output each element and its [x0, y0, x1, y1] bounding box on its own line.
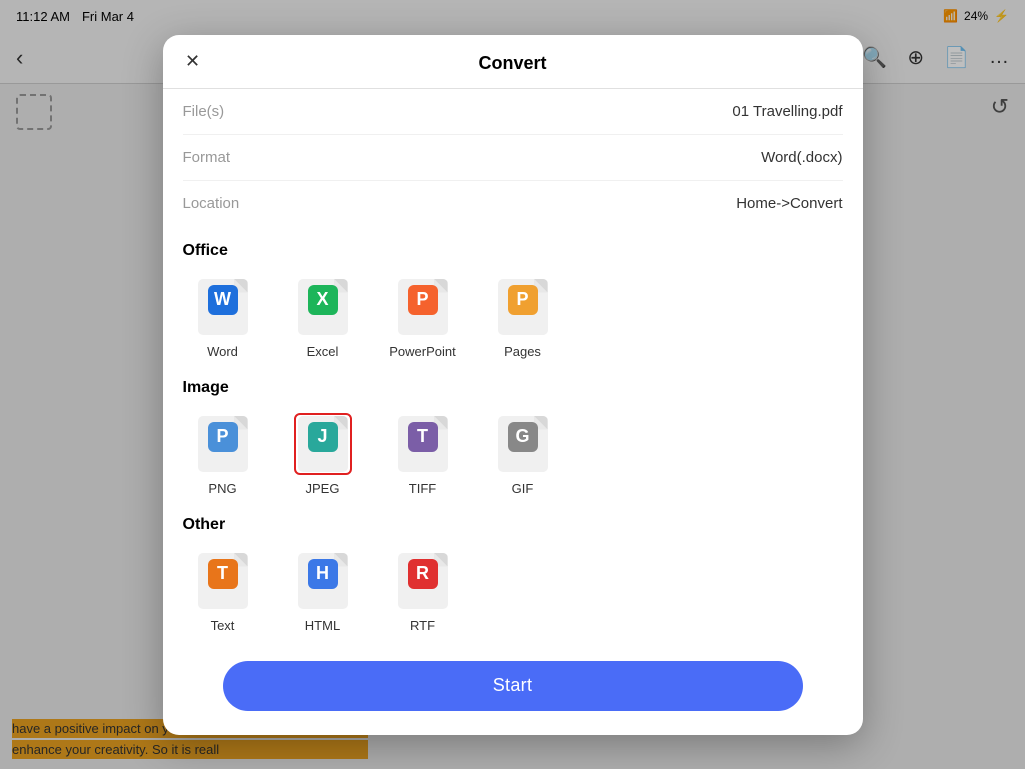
excel-file-icon: X: [298, 279, 348, 335]
format-item-powerpoint[interactable]: P PowerPoint: [383, 276, 463, 359]
format-item-png[interactable]: P PNG: [183, 413, 263, 496]
rtf-label: RTF: [410, 618, 435, 633]
image-section-title: Image: [183, 379, 843, 397]
format-value: Word(.docx): [761, 149, 842, 166]
powerpoint-badge: P: [408, 285, 438, 315]
png-icon-wrapper: P: [194, 413, 252, 475]
text-label: Text: [211, 618, 235, 633]
files-value: 01 Travelling.pdf: [732, 103, 842, 120]
word-badge: W: [208, 285, 238, 315]
text-icon-wrapper: T: [194, 550, 252, 612]
format-label: Format: [183, 149, 231, 166]
powerpoint-label: PowerPoint: [389, 344, 455, 359]
png-file-icon: P: [198, 416, 248, 472]
format-item-rtf[interactable]: R RTF: [383, 550, 463, 633]
tiff-label: TIFF: [409, 481, 436, 496]
pages-label: Pages: [504, 344, 541, 359]
rtf-badge: R: [408, 559, 438, 589]
info-section: File(s) 01 Travelling.pdf Format Word(.d…: [163, 89, 863, 226]
close-button[interactable]: ✕: [179, 47, 207, 75]
format-sections: Office W Word X: [163, 226, 863, 645]
format-item-pages[interactable]: P Pages: [483, 276, 563, 359]
format-item-jpeg[interactable]: J JPEG: [283, 413, 363, 496]
other-grid: T Text H HTML: [183, 550, 843, 633]
format-item-gif[interactable]: G GIF: [483, 413, 563, 496]
image-grid: P PNG J JPEG: [183, 413, 843, 496]
html-file-icon: H: [298, 553, 348, 609]
png-label: PNG: [208, 481, 236, 496]
pages-badge: P: [508, 285, 538, 315]
dialog-title: Convert: [478, 53, 546, 74]
powerpoint-file-icon: P: [398, 279, 448, 335]
dialog-header: ✕ Convert: [163, 35, 863, 89]
html-label: HTML: [305, 618, 340, 633]
format-item-tiff[interactable]: T TIFF: [383, 413, 463, 496]
format-row: Format Word(.docx): [183, 135, 843, 181]
location-row: Location Home->Convert: [183, 181, 843, 226]
gif-badge: G: [508, 422, 538, 452]
office-grid: W Word X Excel: [183, 276, 843, 359]
rtf-file-icon: R: [398, 553, 448, 609]
text-file-icon: T: [198, 553, 248, 609]
powerpoint-icon-wrapper: P: [394, 276, 452, 338]
image-section: Image P PNG J: [183, 379, 843, 496]
files-row: File(s) 01 Travelling.pdf: [183, 89, 843, 135]
pages-icon-wrapper: P: [494, 276, 552, 338]
jpeg-file-icon: J: [298, 416, 348, 472]
location-label: Location: [183, 195, 240, 212]
excel-badge: X: [308, 285, 338, 315]
convert-dialog: ✕ Convert File(s) 01 Travelling.pdf Form…: [163, 35, 863, 735]
text-badge: T: [208, 559, 238, 589]
pages-file-icon: P: [498, 279, 548, 335]
office-section: Office W Word X: [183, 242, 843, 359]
tiff-file-icon: T: [398, 416, 448, 472]
excel-icon-wrapper: X: [294, 276, 352, 338]
tiff-badge: T: [408, 422, 438, 452]
dialog-footer: Start: [163, 645, 863, 735]
gif-file-icon: G: [498, 416, 548, 472]
other-section: Other T Text H: [183, 516, 843, 633]
tiff-icon-wrapper: T: [394, 413, 452, 475]
png-badge: P: [208, 422, 238, 452]
gif-label: GIF: [512, 481, 534, 496]
jpeg-badge: J: [308, 422, 338, 452]
gif-icon-wrapper: G: [494, 413, 552, 475]
office-section-title: Office: [183, 242, 843, 260]
files-label: File(s): [183, 103, 225, 120]
word-icon-wrapper: W: [194, 276, 252, 338]
excel-label: Excel: [307, 344, 339, 359]
html-badge: H: [308, 559, 338, 589]
jpeg-icon-wrapper: J: [294, 413, 352, 475]
other-section-title: Other: [183, 516, 843, 534]
format-item-html[interactable]: H HTML: [283, 550, 363, 633]
jpeg-label: JPEG: [306, 481, 340, 496]
start-button[interactable]: Start: [223, 661, 803, 711]
rtf-icon-wrapper: R: [394, 550, 452, 612]
word-file-icon: W: [198, 279, 248, 335]
word-label: Word: [207, 344, 238, 359]
format-item-text[interactable]: T Text: [183, 550, 263, 633]
format-item-excel[interactable]: X Excel: [283, 276, 363, 359]
modal-overlay: ✕ Convert File(s) 01 Travelling.pdf Form…: [0, 0, 1025, 769]
format-item-word[interactable]: W Word: [183, 276, 263, 359]
html-icon-wrapper: H: [294, 550, 352, 612]
location-value: Home->Convert: [736, 195, 842, 212]
